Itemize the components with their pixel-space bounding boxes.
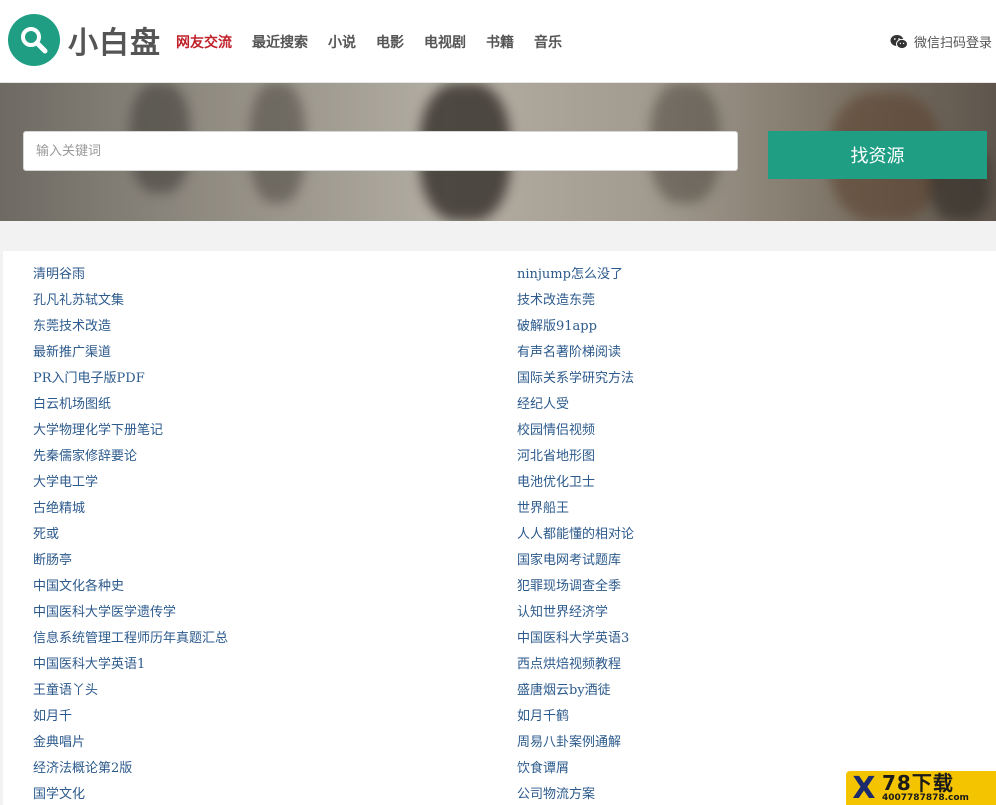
- keyword-link[interactable]: 最新推广渠道: [33, 340, 228, 366]
- watermark-text: 78下载 4007787878.com: [882, 773, 969, 803]
- keyword-link[interactable]: 如月千: [33, 704, 228, 730]
- nav-item-community[interactable]: 网友交流: [176, 32, 232, 52]
- wechat-login-label: 微信扫码登录: [913, 36, 992, 51]
- keyword-link[interactable]: 先秦儒家修辞要论: [33, 444, 228, 470]
- keyword-link[interactable]: 人人都能懂的相对论: [517, 522, 634, 548]
- keyword-link[interactable]: 犯罪现场调查全季: [517, 574, 634, 600]
- search-button[interactable]: 找资源: [768, 131, 987, 179]
- keyword-link[interactable]: 如月千鹤: [517, 704, 634, 730]
- keyword-column-right: ninjump怎么没了 技术改造东莞 破解版91app 有声名著阶梯阅读 国际关系学研究…: [517, 262, 634, 805]
- keyword-link[interactable]: 信息系统管理工程师历年真题汇总: [33, 626, 228, 652]
- keyword-link[interactable]: 公司物流方案: [517, 782, 634, 805]
- keyword-link[interactable]: 中国医科大学医学遗传学: [33, 600, 228, 626]
- keyword-link[interactable]: 王童语丫头: [33, 678, 228, 704]
- keyword-link[interactable]: 断肠亭: [33, 548, 228, 574]
- keyword-link[interactable]: 中国医科大学英语1: [33, 652, 228, 678]
- keyword-column-left: 清明谷雨 孔凡礼苏轼文集 东莞技术改造 最新推广渠道 PR入门电子版PDF 白云机场图纸大…: [33, 262, 228, 805]
- keyword-link[interactable]: 世界船王: [517, 496, 634, 522]
- keyword-link[interactable]: 清明谷雨: [33, 262, 228, 288]
- keyword-link[interactable]: 国家电网考试题库: [517, 548, 634, 574]
- search-banner: 找资源: [0, 83, 996, 221]
- wechat-icon: [890, 34, 908, 49]
- keyword-link[interactable]: 周易八卦案例通解: [517, 730, 634, 756]
- keyword-link[interactable]: ninjump怎么没了: [517, 262, 634, 288]
- nav-item-movies[interactable]: 电影: [376, 32, 404, 52]
- keyword-link[interactable]: 河北省地形图: [517, 444, 634, 470]
- main-nav: 网友交流 最近搜索 小说 电影 电视剧 书籍 音乐: [176, 32, 582, 52]
- keyword-link[interactable]: 中国文化各种史: [33, 574, 228, 600]
- keyword-link[interactable]: 金典唱片: [33, 730, 228, 756]
- keyword-link[interactable]: PR入门电子版PDF: [33, 366, 228, 392]
- keyword-link[interactable]: 国学文化: [33, 782, 228, 805]
- keyword-link[interactable]: 经纪人受: [517, 392, 634, 418]
- site-logo[interactable]: 小白盘: [8, 14, 161, 66]
- keyword-link[interactable]: 国际关系学研究方法: [517, 366, 634, 392]
- keyword-link[interactable]: 孔凡礼苏轼文集: [33, 288, 228, 314]
- nav-item-tv-series[interactable]: 电视剧: [424, 32, 466, 52]
- search-input[interactable]: [23, 131, 738, 171]
- keyword-link[interactable]: 破解版91app: [517, 314, 634, 340]
- nav-item-music[interactable]: 音乐: [534, 32, 562, 52]
- keyword-link[interactable]: 中国医科大学英语3: [517, 626, 634, 652]
- keyword-link[interactable]: 校园情侣视频: [517, 418, 634, 444]
- keyword-link[interactable]: 盛唐烟云by酒徒: [517, 678, 634, 704]
- watermark-url: 4007787878.com: [882, 793, 969, 803]
- keyword-list: 清明谷雨 孔凡礼苏轼文集 东莞技术改造 最新推广渠道 PR入门电子版PDF 白云机场图纸大…: [3, 251, 996, 805]
- keyword-link[interactable]: 技术改造东莞: [517, 288, 634, 314]
- logo-text: 小白盘: [68, 26, 161, 61]
- nav-item-novels[interactable]: 小说: [328, 32, 356, 52]
- keyword-link[interactable]: 有声名著阶梯阅读: [517, 340, 634, 366]
- wechat-login-link[interactable]: 微信扫码登录: [890, 32, 992, 51]
- keyword-link[interactable]: 大学物理化学下册笔记: [33, 418, 228, 444]
- keyword-link[interactable]: 认知世界经济学: [517, 600, 634, 626]
- search-icon: [8, 14, 60, 66]
- nav-item-recent-search[interactable]: 最近搜索: [252, 32, 308, 52]
- keyword-link[interactable]: 白云机场图纸: [33, 392, 228, 418]
- keyword-link[interactable]: 死或: [33, 522, 228, 548]
- keyword-link[interactable]: 西点烘焙视频教程: [517, 652, 634, 678]
- keyword-link[interactable]: 饮食谭屑: [517, 756, 634, 782]
- watermark-x-icon: X: [852, 770, 876, 805]
- watermark-logo: X 78下载 4007787878.com: [846, 771, 996, 805]
- watermark-title: 78下载: [882, 771, 954, 795]
- keyword-link[interactable]: 东莞技术改造: [33, 314, 228, 340]
- nav-item-books[interactable]: 书籍: [486, 32, 514, 52]
- keyword-link[interactable]: 大学电工学: [33, 470, 228, 496]
- keyword-link[interactable]: 经济法概论第2版: [33, 756, 228, 782]
- keyword-link[interactable]: 电池优化卫士: [517, 470, 634, 496]
- keyword-link[interactable]: 古绝精城: [33, 496, 228, 522]
- site-header: 小白盘 网友交流 最近搜索 小说 电影 电视剧 书籍 音乐 微信扫码登录: [0, 0, 996, 83]
